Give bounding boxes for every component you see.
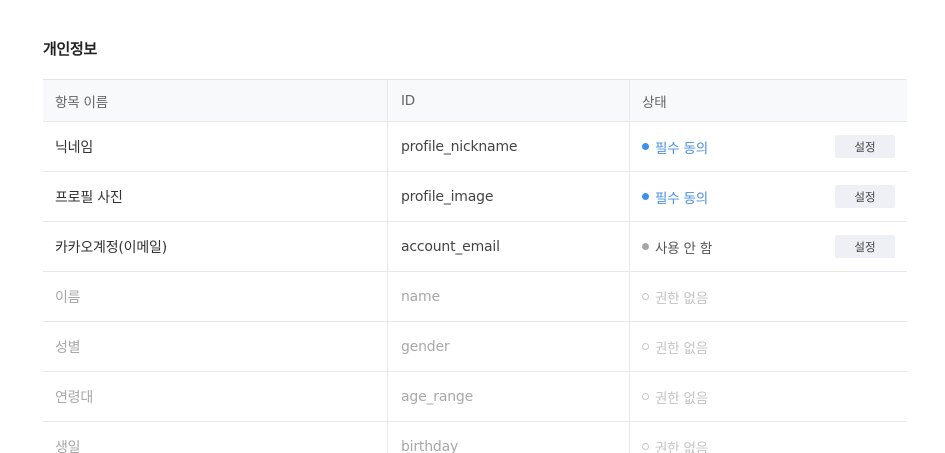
item-name: 연령대 bbox=[43, 372, 388, 421]
status-cell: 권한 없음 bbox=[630, 422, 907, 453]
table-row: 연령대 age_range 권한 없음 bbox=[43, 372, 907, 422]
table-row: 닉네임 profile_nickname 필수 동의 설정 bbox=[43, 122, 907, 172]
table-header-row: 항목 이름 ID 상태 bbox=[43, 80, 907, 122]
scopes-table: 항목 이름 ID 상태 닉네임 profile_nickname 필수 동의 설… bbox=[43, 79, 907, 453]
item-id: name bbox=[388, 272, 630, 321]
status-label: 권한 없음 bbox=[655, 390, 708, 407]
status-circle-icon bbox=[642, 393, 649, 400]
table-row: 프로필 사진 profile_image 필수 동의 설정 bbox=[43, 172, 907, 222]
status-circle-icon bbox=[642, 343, 649, 350]
status-cell: 권한 없음 bbox=[630, 272, 907, 321]
section-title: 개인정보 bbox=[43, 40, 98, 58]
header-item-name: 항목 이름 bbox=[43, 80, 388, 121]
item-name: 닉네임 bbox=[43, 122, 388, 171]
item-id: profile_image bbox=[388, 172, 630, 221]
consent-items-page: 개인정보 항목 이름 ID 상태 닉네임 profile_nickname 필수… bbox=[0, 0, 945, 453]
status-cell: 사용 안 함 설정 bbox=[630, 222, 907, 271]
status-dot-icon bbox=[642, 193, 649, 200]
status-label: 사용 안 함 bbox=[655, 240, 713, 257]
status-circle-icon bbox=[642, 443, 649, 450]
status-badge: 권한 없음 bbox=[642, 387, 708, 407]
status-cell: 권한 없음 bbox=[630, 322, 907, 371]
table-row: 성별 gender 권한 없음 bbox=[43, 322, 907, 372]
item-id: birthday bbox=[388, 422, 630, 453]
status-label: 권한 없음 bbox=[655, 440, 708, 453]
item-name: 성별 bbox=[43, 322, 388, 371]
header-status: 상태 bbox=[642, 94, 667, 111]
status-label: 권한 없음 bbox=[655, 290, 708, 307]
status-dot-icon bbox=[642, 243, 649, 250]
item-id: account_email bbox=[388, 222, 630, 271]
item-name: 카카오계정(이메일) bbox=[43, 222, 388, 271]
status-badge: 권한 없음 bbox=[642, 437, 708, 453]
item-name: 프로필 사진 bbox=[43, 172, 388, 221]
item-name: 이름 bbox=[43, 272, 388, 321]
table-row: 이름 name 권한 없음 bbox=[43, 272, 907, 322]
status-label: 권한 없음 bbox=[655, 340, 708, 357]
status-label: 필수 동의 bbox=[655, 140, 708, 157]
settings-button[interactable]: 설정 bbox=[835, 185, 895, 208]
status-badge: 필수 동의 bbox=[642, 187, 708, 207]
table-row: 카카오계정(이메일) account_email 사용 안 함 설정 bbox=[43, 222, 907, 272]
status-circle-icon bbox=[642, 293, 649, 300]
item-id: gender bbox=[388, 322, 630, 371]
status-badge: 권한 없음 bbox=[642, 287, 708, 307]
settings-button[interactable]: 설정 bbox=[835, 135, 895, 158]
item-id: age_range bbox=[388, 372, 630, 421]
status-badge: 사용 안 함 bbox=[642, 237, 712, 257]
status-cell: 권한 없음 bbox=[630, 372, 907, 421]
status-badge: 권한 없음 bbox=[642, 337, 708, 357]
status-label: 필수 동의 bbox=[655, 190, 708, 207]
status-dot-icon bbox=[642, 143, 649, 150]
item-id: profile_nickname bbox=[388, 122, 630, 171]
settings-button[interactable]: 설정 bbox=[835, 235, 895, 258]
header-id: ID bbox=[388, 80, 630, 121]
status-cell: 필수 동의 설정 bbox=[630, 172, 907, 221]
status-cell: 필수 동의 설정 bbox=[630, 122, 907, 171]
item-name: 생일 bbox=[43, 422, 388, 453]
table-row: 생일 birthday 권한 없음 bbox=[43, 422, 907, 453]
status-badge: 필수 동의 bbox=[642, 137, 708, 157]
